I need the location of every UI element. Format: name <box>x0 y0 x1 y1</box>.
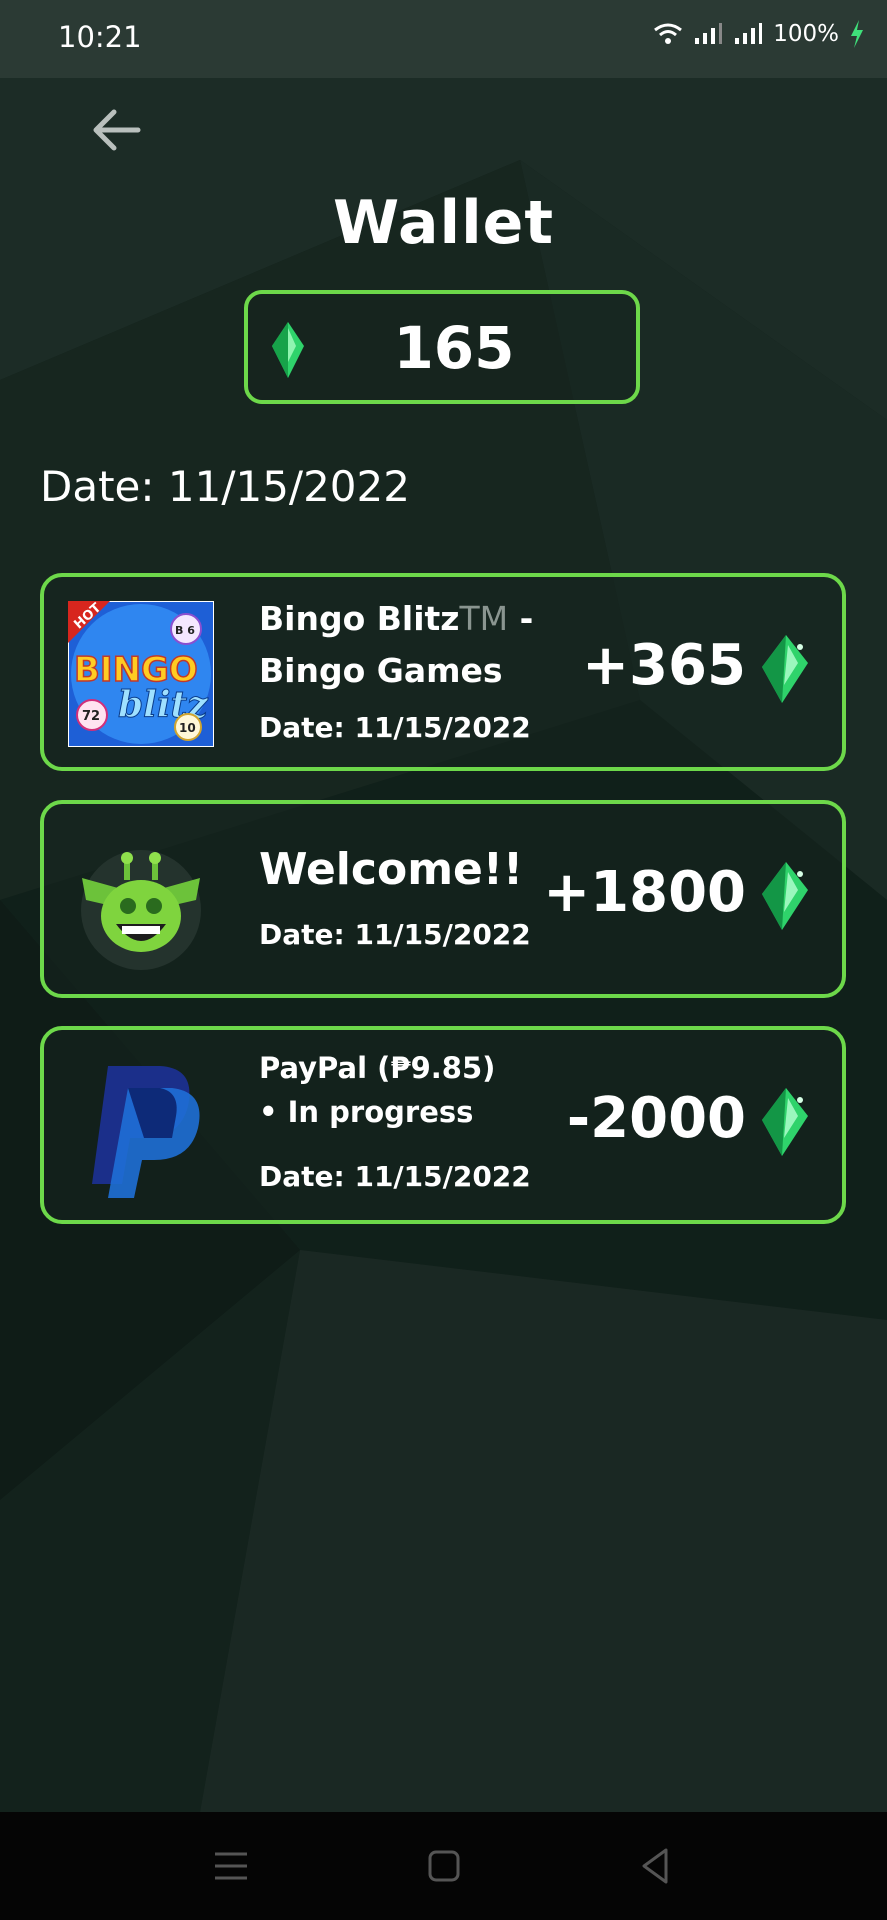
transaction-card[interactable]: PayPal (₱9.85) • In progress Date: 11/15… <box>40 1026 846 1224</box>
transaction-title: Bingo BlitzTM - Bingo Games <box>259 593 533 697</box>
status-icons: 100% <box>653 20 865 48</box>
transaction-date: Date: 11/15/2022 <box>259 1160 531 1193</box>
battery-percent: 100% <box>773 21 839 47</box>
bingo-ball: B 6 <box>175 624 195 637</box>
charging-icon <box>851 20 863 48</box>
bingo-blitz-app-icon: HOT BINGO blitz B 6 72 10 <box>68 601 214 747</box>
recent-apps-icon[interactable] <box>207 1842 255 1890</box>
transaction-amount: +365 <box>582 633 746 698</box>
transaction-card[interactable]: HOT BINGO blitz B 6 72 10 Bingo BlitzTM … <box>40 573 846 771</box>
transaction-card[interactable]: Welcome!! Date: 11/15/2022 +1800 <box>40 800 846 998</box>
transaction-title-line2: Bingo Games <box>259 651 503 690</box>
paypal-icon <box>92 1066 200 1198</box>
page-title: Wallet <box>332 188 555 258</box>
back-nav-icon[interactable] <box>632 1842 680 1890</box>
transaction-title-main: PayPal (₱9.85) <box>259 1051 496 1085</box>
signal-icon <box>735 23 763 44</box>
transaction-title-suffix: - <box>508 599 534 638</box>
giraffe-mascot-icon <box>81 850 201 970</box>
balance-box: 165 <box>244 290 640 404</box>
date-header: Date: 11/15/2022 <box>40 462 410 511</box>
home-icon[interactable] <box>420 1842 468 1890</box>
wifi-icon <box>654 23 683 44</box>
gem-icon <box>762 635 808 703</box>
transaction-amount: -2000 <box>566 1086 746 1151</box>
transaction-date: Date: 11/15/2022 <box>259 711 531 744</box>
transaction-date: Date: 11/15/2022 <box>259 918 531 951</box>
transaction-amount: +1800 <box>543 860 746 925</box>
back-arrow-icon[interactable] <box>86 100 146 160</box>
status-bar: 10:21 100% <box>0 0 887 78</box>
bingo-ball: 10 <box>179 721 196 735</box>
transaction-title-main: Bingo Blitz <box>259 599 460 638</box>
bingo-ball: 72 <box>82 709 100 724</box>
transaction-title: PayPal (₱9.85) • In progress <box>259 1046 495 1134</box>
signal-icon <box>695 23 723 44</box>
transaction-title: Welcome!! <box>259 844 524 895</box>
balance-value: 165 <box>393 314 515 382</box>
navigation-bar <box>0 1812 887 1920</box>
transaction-status: • In progress <box>259 1095 474 1129</box>
trademark-symbol: TM <box>459 599 509 638</box>
status-time: 10:21 <box>58 20 142 54</box>
gem-icon <box>762 862 808 930</box>
gem-icon <box>762 1088 808 1156</box>
